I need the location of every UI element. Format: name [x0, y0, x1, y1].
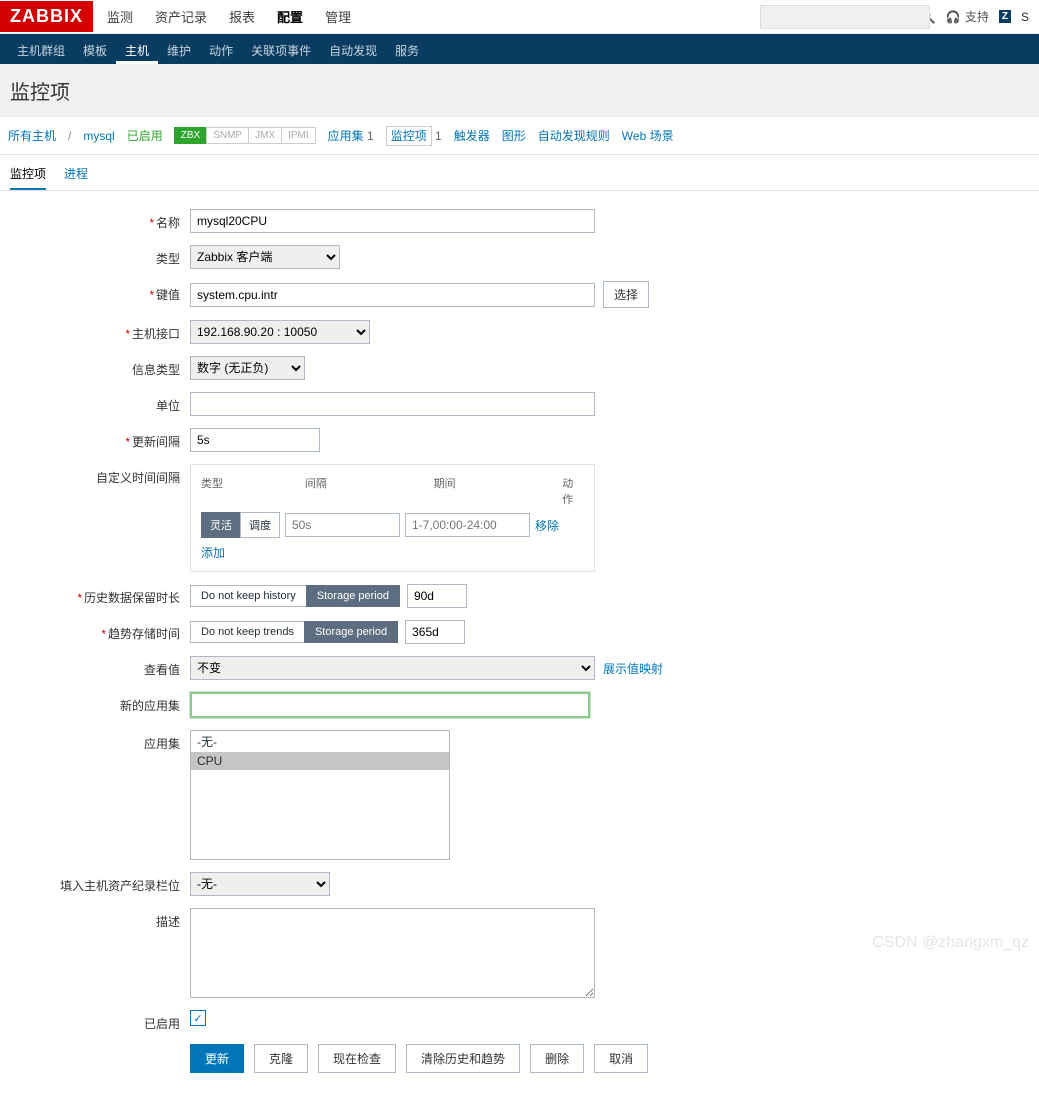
items-count: 1: [435, 129, 442, 143]
tabs: 监控项 进程: [0, 155, 1039, 191]
link-applications[interactable]: 应用集: [328, 129, 364, 143]
z-label: S: [1021, 10, 1029, 24]
applications-listbox[interactable]: -无- CPU: [190, 730, 450, 860]
label-name: 名称: [156, 216, 180, 230]
new-application-input[interactable]: [190, 692, 590, 718]
description-textarea[interactable]: [190, 908, 595, 998]
label-enabled: 已启用: [144, 1017, 180, 1031]
availability-badges: ZBX SNMP JMX IPMI: [175, 127, 316, 144]
status-enabled: 已启用: [127, 127, 163, 144]
label-inventory: 填入主机资产纪录栏位: [60, 879, 180, 893]
label-show-value: 查看值: [144, 663, 180, 677]
nav-services[interactable]: 服务: [386, 34, 428, 64]
avail-zbx: ZBX: [174, 127, 207, 144]
clone-button[interactable]: 克隆: [254, 1044, 308, 1073]
show-value-map-link[interactable]: 展示值映射: [603, 660, 663, 677]
menu-monitor[interactable]: 监测: [105, 0, 135, 35]
nav-templates[interactable]: 模板: [74, 34, 116, 64]
seg-scheduling[interactable]: 调度: [240, 512, 280, 538]
nav-correlation[interactable]: 关联项事件: [242, 34, 320, 64]
menu-reports[interactable]: 报表: [227, 0, 257, 35]
label-key: 键值: [156, 288, 180, 302]
trends-value-input[interactable]: [405, 620, 465, 644]
label-trends: 趋势存储时间: [108, 627, 180, 641]
label-new-app: 新的应用集: [120, 699, 180, 713]
label-type: 类型: [156, 252, 180, 266]
breadcrumb-all-hosts[interactable]: 所有主机: [8, 127, 56, 144]
menu-inventory[interactable]: 资产记录: [153, 0, 209, 35]
label-host-interface: 主机接口: [132, 327, 180, 341]
trends-no-keep[interactable]: Do not keep trends: [190, 621, 305, 643]
search-input[interactable]: [760, 5, 930, 29]
interval-period-input[interactable]: [405, 513, 530, 537]
avail-ipmi: IPMI: [281, 127, 316, 144]
inventory-select[interactable]: -无-: [190, 872, 330, 896]
type-select[interactable]: Zabbix 客户端: [190, 245, 340, 269]
history-no-keep[interactable]: Do not keep history: [190, 585, 307, 607]
link-graphs[interactable]: 图形: [502, 127, 526, 144]
info-type-select[interactable]: 数字 (无正负): [190, 356, 305, 380]
label-units: 单位: [156, 399, 180, 413]
name-input[interactable]: [190, 209, 595, 233]
label-apps: 应用集: [144, 737, 180, 751]
check-now-button[interactable]: 现在检查: [318, 1044, 396, 1073]
link-items[interactable]: 监控项: [386, 126, 432, 146]
nav-maintenance[interactable]: 维护: [158, 34, 200, 64]
key-input[interactable]: [190, 283, 595, 307]
z-icon[interactable]: Z: [999, 10, 1011, 23]
int-h-type: 类型: [201, 475, 305, 507]
support-link[interactable]: 🎧 支持: [946, 8, 989, 25]
show-value-select[interactable]: 不变: [190, 656, 595, 680]
delete-button[interactable]: 删除: [530, 1044, 584, 1073]
nav-discovery[interactable]: 自动发现: [320, 34, 386, 64]
top-menu: 监测 资产记录 报表 配置 管理: [105, 0, 353, 35]
watermark: CSDN @zhangxm_qz: [872, 934, 1029, 952]
link-discovery[interactable]: 自动发现规则: [538, 127, 610, 144]
avail-jmx: JMX: [248, 127, 282, 144]
link-web[interactable]: Web 场景: [622, 127, 674, 144]
interval-delay-input[interactable]: [285, 513, 400, 537]
update-interval-input[interactable]: [190, 428, 320, 452]
enabled-checkbox[interactable]: ✓: [190, 1010, 206, 1026]
label-update: 更新间隔: [132, 435, 180, 449]
sub-nav: 主机群组 模板 主机 维护 动作 关联项事件 自动发现 服务: [0, 34, 1039, 64]
apps-count: 1: [367, 129, 374, 143]
app-option-none[interactable]: -无-: [191, 731, 449, 752]
cancel-button[interactable]: 取消: [594, 1044, 648, 1073]
label-description: 描述: [156, 915, 180, 929]
units-input[interactable]: [190, 392, 595, 416]
select-key-button[interactable]: 选择: [603, 281, 649, 308]
menu-config[interactable]: 配置: [275, 0, 305, 35]
trends-storage-period[interactable]: Storage period: [304, 621, 398, 643]
filter-bar: 所有主机 / mysql 已启用 ZBX SNMP JMX IPMI 应用集 1…: [0, 117, 1039, 155]
interval-add[interactable]: 添加: [201, 546, 225, 560]
interval-remove[interactable]: 移除: [535, 517, 559, 534]
tab-preprocessing[interactable]: 进程: [64, 159, 88, 190]
int-h-period: 期间: [434, 475, 563, 507]
page-title: 监控项: [0, 64, 1039, 117]
history-storage-period[interactable]: Storage period: [306, 585, 400, 607]
host-interface-select[interactable]: 192.168.90.20 : 10050: [190, 320, 370, 344]
app-option-cpu[interactable]: CPU: [191, 752, 449, 770]
menu-admin[interactable]: 管理: [323, 0, 353, 35]
nav-hostgroups[interactable]: 主机群组: [8, 34, 74, 64]
nav-hosts[interactable]: 主机: [116, 34, 158, 64]
tab-item[interactable]: 监控项: [10, 159, 46, 190]
breadcrumb-host[interactable]: mysql: [83, 129, 114, 143]
nav-actions[interactable]: 动作: [200, 34, 242, 64]
seg-flexible[interactable]: 灵活: [201, 512, 241, 538]
logo: ZABBIX: [0, 1, 93, 32]
update-button[interactable]: 更新: [190, 1044, 244, 1073]
avail-snmp: SNMP: [206, 127, 249, 144]
int-h-interval: 间隔: [305, 475, 434, 507]
label-info-type: 信息类型: [132, 363, 180, 377]
clear-history-button[interactable]: 清除历史和趋势: [406, 1044, 520, 1073]
link-triggers[interactable]: 触发器: [454, 127, 490, 144]
label-history: 历史数据保留时长: [84, 591, 180, 605]
history-value-input[interactable]: [407, 584, 467, 608]
label-custom-interval: 自定义时间间隔: [96, 471, 180, 485]
int-h-action: 动作: [562, 475, 584, 507]
